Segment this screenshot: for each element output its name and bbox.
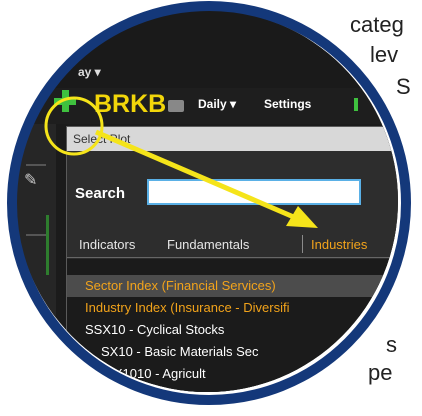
status-indicator	[354, 98, 358, 111]
top-bar: ay ▾	[16, 10, 398, 88]
bg-text-3: S	[396, 74, 411, 99]
tab-indicators[interactable]: Indicators	[79, 237, 135, 252]
timeframe-dropdown[interactable]: ay ▾	[78, 65, 101, 79]
list-item[interactable]: Sector Index (Financial Services)	[67, 275, 398, 297]
search-label: Search	[75, 185, 126, 202]
dialog-title: Select Plot	[67, 127, 398, 151]
tab-industries[interactable]: Industries	[311, 237, 367, 252]
add-plot-icon[interactable]	[54, 90, 76, 112]
search-input[interactable]	[147, 179, 361, 205]
symbol-label[interactable]: BRKB	[94, 90, 166, 119]
tab-separator	[302, 235, 303, 253]
tab-fundamentals[interactable]: Fundamentals	[167, 237, 249, 252]
list-item[interactable]: Industry Index (Insurance - Diversifi	[85, 297, 289, 319]
select-plot-dialog: Select Plot Search Indicators Fundamenta…	[66, 126, 398, 392]
magnifier-lens: ay ▾ BRKB Daily ▾ Settings ✎ Select Plot…	[16, 10, 398, 392]
list-item[interactable]: SSX10 - Cyclical Stocks	[85, 319, 224, 341]
left-strip	[16, 124, 56, 392]
list-item[interactable]: SX10 - Basic Materials Sec	[101, 341, 259, 363]
pen-icon[interactable]: ✎	[24, 170, 37, 190]
interval-dropdown[interactable]: Daily ▾	[198, 97, 236, 111]
printer-icon[interactable]	[168, 100, 184, 112]
chart-line	[46, 215, 49, 275]
settings-button[interactable]: Settings	[264, 97, 311, 111]
list-item[interactable]: iX1010 - Agricult	[111, 363, 206, 385]
